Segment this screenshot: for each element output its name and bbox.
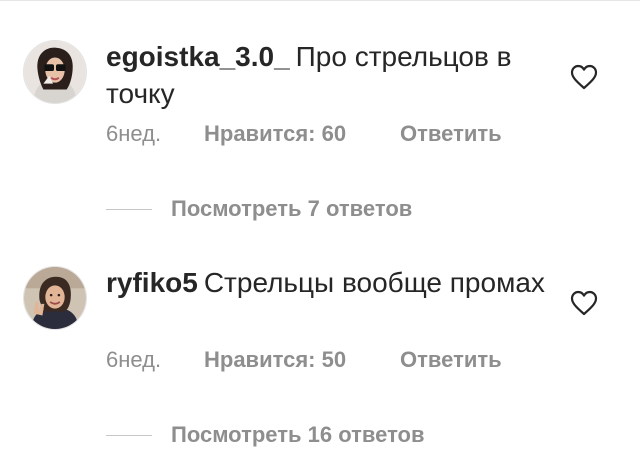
replies-divider bbox=[106, 209, 152, 211]
comment-username[interactable]: ryfiko5 bbox=[106, 267, 198, 298]
comment-text: egoistka_3.0_ Про стрельцов в точку bbox=[106, 38, 551, 112]
view-replies-label: Посмотреть 16 ответов bbox=[171, 422, 425, 447]
avatar[interactable] bbox=[23, 266, 87, 330]
like-heart-icon[interactable] bbox=[570, 290, 598, 316]
replies-divider bbox=[106, 435, 152, 437]
comment-age: 6нед. bbox=[106, 121, 162, 146]
comment-username[interactable]: egoistka_3.0_ bbox=[106, 41, 290, 72]
comment-body: Стрельцы вообще промах bbox=[203, 267, 545, 298]
avatar-photo-icon bbox=[24, 267, 86, 329]
reply-button[interactable]: Ответить bbox=[400, 120, 502, 148]
view-replies-label: Посмотреть 7 ответов bbox=[171, 196, 413, 221]
comment-meta: 6нед. Нравится: 50 Ответить bbox=[106, 346, 502, 374]
view-replies-button[interactable]: Посмотреть 7 ответов bbox=[106, 195, 412, 223]
comment-item: ryfiko5 Стрельцы вообще промах 6нед. Нрави… bbox=[0, 234, 640, 460]
avatar-photo-icon bbox=[24, 41, 86, 103]
top-divider bbox=[0, 0, 640, 1]
view-replies-button[interactable]: Посмотреть 16 ответов bbox=[106, 421, 425, 449]
likes-count[interactable]: Нравится: 60 bbox=[204, 120, 400, 148]
comment-text: ryfiko5 Стрельцы вообще промах bbox=[106, 264, 551, 301]
likes-count[interactable]: Нравится: 50 bbox=[204, 346, 400, 374]
reply-button[interactable]: Ответить bbox=[400, 346, 502, 374]
comment-item: egoistka_3.0_ Про стрельцов в точку 6нед.… bbox=[0, 8, 640, 234]
avatar[interactable] bbox=[23, 40, 87, 104]
comment-age: 6нед. bbox=[106, 347, 162, 372]
comment-meta: 6нед. Нравится: 60 Ответить bbox=[106, 120, 502, 148]
like-heart-icon[interactable] bbox=[570, 64, 598, 90]
